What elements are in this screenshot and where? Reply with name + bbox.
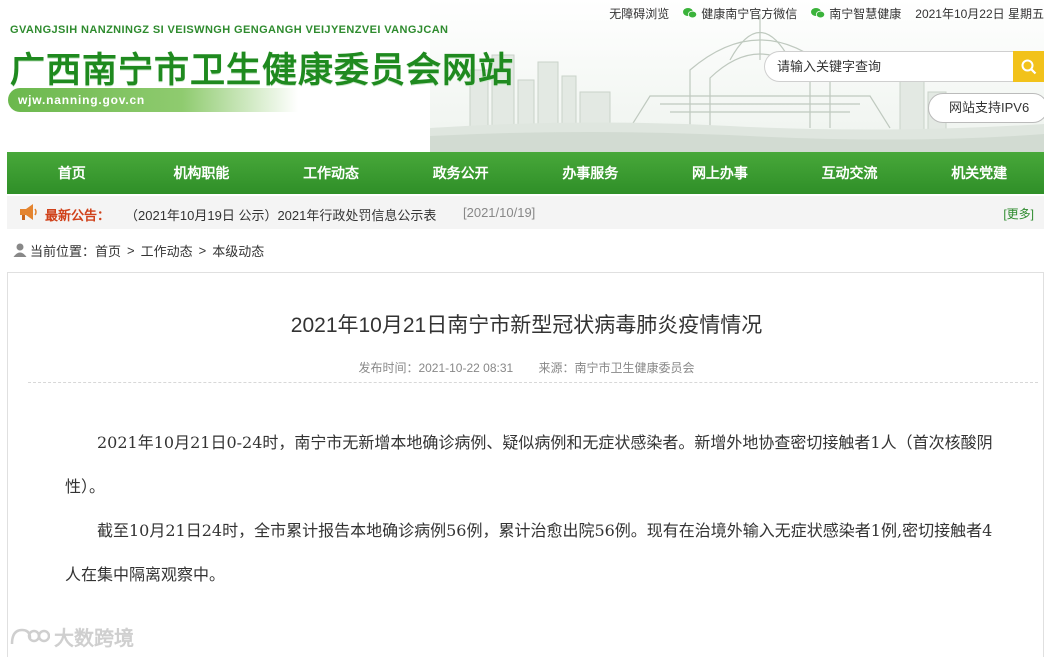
article-paragraph: 2021年10月21日0-24时，南宁市无新增本地确诊病例、疑似病例和无症状感染… — [65, 433, 993, 496]
publish-time: 发布时间：2021-10-22 08:31 — [358, 361, 514, 375]
site-header: 无障碍浏览 健康南宁官方微信 南宁智慧健康 2021年10月22日 星期五 GV… — [0, 0, 1044, 152]
breadcrumb-prefix: 当前位置： — [30, 243, 96, 259]
accessible-browse-link[interactable]: 无障碍浏览 — [609, 5, 669, 21]
watermark-logo-icon — [10, 628, 50, 644]
site-domain: wjw.nanning.gov.cn — [18, 93, 146, 107]
nav-item-organization[interactable]: 机构职能 — [137, 163, 267, 183]
ipv6-badge[interactable]: 网站支持IPV6 — [928, 93, 1044, 123]
search-box — [764, 51, 1044, 82]
megaphone-icon — [20, 204, 37, 220]
current-date: 2021年10月22日 星期五 — [915, 6, 1044, 21]
breadcrumb-work-news[interactable]: 工作动态 — [141, 241, 193, 260]
breadcrumb-separator: > — [127, 242, 135, 258]
notice-label: 最新公告： — [45, 208, 111, 223]
user-icon — [13, 243, 27, 257]
notice-more-link[interactable]: [更多] — [1003, 205, 1034, 222]
breadcrumb-separator: > — [198, 242, 207, 258]
watermark-text: 大数跨境 — [54, 628, 134, 650]
article-source: 来源：南宁市卫生健康委员会 — [538, 361, 695, 375]
site-title: 广西南宁市卫生健康委员会网站 — [10, 51, 515, 90]
smart-health-link[interactable]: 南宁智慧健康 — [811, 5, 901, 21]
wechat-icon — [683, 8, 698, 19]
nav-item-home[interactable]: 首页 — [7, 163, 137, 183]
search-icon — [1021, 59, 1036, 74]
breadcrumb-current[interactable]: 本级动态 — [212, 241, 264, 260]
search-input[interactable] — [764, 51, 1014, 82]
breadcrumb: 当前位置： 首页 > 工作动态 > 本级动态 — [12, 240, 264, 260]
notice-bar: 最新公告： （2021年10月19日 公示）2021年行政处罚信息公示表 [20… — [7, 196, 1044, 229]
nav-item-interaction[interactable]: 互动交流 — [785, 163, 915, 183]
article-paragraph: 截至10月21日24时，全市累计报告本地确诊病例56例，累计治愈出院56例。现有… — [65, 521, 993, 584]
site-title-pinyin: GVANGJSIH NANZNINGZ SI VEISWNGH GENGANGH… — [10, 24, 449, 36]
nav-item-party-building[interactable]: 机关党建 — [914, 163, 1044, 183]
notice-link[interactable]: （2021年10月19日 公示）2021年行政处罚信息公示表 — [125, 205, 436, 224]
article-panel: 2021年10月21日南宁市新型冠状病毒肺炎疫情情况 发布时间：2021-10-… — [7, 272, 1044, 657]
nav-item-gov-affairs[interactable]: 政务公开 — [396, 163, 526, 183]
nav-item-services[interactable]: 办事服务 — [526, 163, 656, 183]
notice-date: [2021/10/19] — [463, 205, 536, 220]
divider — [28, 382, 1038, 383]
wechat-link[interactable]: 健康南宁官方微信 — [683, 5, 797, 21]
smart-health-label: 南宁智慧健康 — [829, 6, 902, 21]
nav-item-online-services[interactable]: 网上办事 — [655, 163, 785, 183]
wechat-icon — [811, 8, 826, 19]
watermark: 大数跨境 — [10, 622, 134, 651]
nav-item-work-news[interactable]: 工作动态 — [266, 163, 396, 183]
article-meta: 发布时间：2021-10-22 08:31 来源：南宁市卫生健康委员会 — [8, 359, 1044, 376]
wechat-label: 健康南宁官方微信 — [701, 6, 798, 21]
article-title: 2021年10月21日南宁市新型冠状病毒肺炎疫情情况 — [290, 314, 763, 337]
search-button[interactable] — [1013, 51, 1044, 82]
top-utility-bar: 无障碍浏览 健康南宁官方微信 南宁智慧健康 2021年10月22日 星期五 — [609, 5, 1044, 21]
main-nav: 首页 机构职能 工作动态 政务公开 办事服务 网上办事 互动交流 机关党建 — [7, 152, 1044, 194]
breadcrumb-home[interactable]: 首页 — [95, 241, 121, 260]
